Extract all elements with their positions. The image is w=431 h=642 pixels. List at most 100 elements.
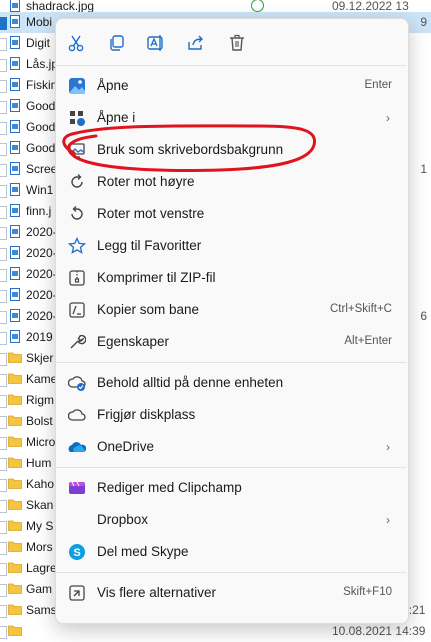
folder-icon [8, 540, 22, 553]
menu-item-open[interactable]: Åpne Enter [60, 71, 404, 101]
menu-item-shortcut: Skift+F10 [343, 586, 392, 598]
selection-checkbox[interactable] [0, 332, 7, 345]
menu-item-copy-as-path[interactable]: Kopier som bane Ctrl+Skift+C [60, 295, 404, 325]
image-file-icon [10, 225, 20, 238]
menu-item-compress-zip[interactable]: Komprimer til ZIP-fil [60, 263, 404, 293]
wrench-icon [68, 333, 87, 351]
selection-checkbox[interactable] [0, 521, 7, 534]
folder-icon [8, 351, 22, 364]
image-file-icon [10, 204, 20, 217]
synced-check-icon [251, 0, 264, 12]
selection-checkbox[interactable] [0, 563, 7, 576]
file-name: Kame [26, 372, 58, 386]
menu-item-label: Rediger med Clipchamp [97, 480, 242, 495]
chevron-right-icon: › [386, 513, 390, 527]
selection-checkbox[interactable] [0, 416, 7, 429]
selection-checkbox[interactable] [0, 605, 7, 618]
folder-icon [8, 414, 22, 427]
menu-item-add-favorites[interactable]: Legg til Favoritter [60, 231, 404, 261]
selection-checkbox[interactable] [0, 269, 7, 282]
selection-checkbox[interactable] [0, 458, 7, 471]
cut-button[interactable] [62, 29, 90, 57]
skype-icon: S [68, 543, 86, 561]
selection-checkbox[interactable] [0, 248, 7, 261]
menu-item-label: Åpne i [97, 110, 136, 125]
share-icon [188, 35, 203, 50]
selection-checkbox[interactable] [0, 395, 7, 408]
file-name: 2020- [26, 246, 57, 260]
selection-checkbox[interactable] [0, 374, 7, 387]
selection-checkbox[interactable] [0, 59, 7, 72]
menu-item-label: Vis flere alternativer [97, 585, 217, 600]
menu-item-open-with[interactable]: Åpne i › [60, 103, 404, 133]
photos-icon [68, 77, 86, 95]
list-item[interactable]: 10.08.2021 14:39 [0, 621, 431, 642]
menu-item-shortcut: Alt+Enter [344, 335, 392, 347]
file-name: finn.j [26, 204, 52, 218]
selection-checkbox[interactable] [0, 101, 7, 114]
rotate-right-icon [68, 173, 86, 191]
image-file-icon [10, 120, 20, 133]
file-name: Lagre [26, 561, 57, 575]
menu-item-shortcut: Enter [364, 79, 393, 91]
delete-button[interactable] [223, 29, 251, 57]
menu-item-properties[interactable]: Egenskaper Alt+Enter [60, 327, 404, 357]
menu-item-label: Frigjør diskplass [97, 407, 196, 422]
rename-button[interactable] [142, 29, 170, 57]
cut-icon [68, 35, 84, 52]
dropbox-icon [68, 511, 86, 529]
image-file-icon [10, 246, 20, 259]
menu-item-share-skype[interactable]: S Del med Skype [60, 537, 404, 567]
svg-text:S: S [73, 547, 80, 559]
menu-item-clipchamp[interactable]: Rediger med Clipchamp [60, 473, 404, 503]
file-date: 10.08.2021 14:39 [332, 624, 426, 638]
menu-item-dropbox[interactable]: Dropbox › [60, 505, 404, 535]
menu-item-label: Bruk som skrivebordsbakgrunn [97, 142, 284, 157]
menu-item-onedrive[interactable]: OneDrive › [60, 432, 404, 462]
menu-item-set-wallpaper[interactable]: Bruk som skrivebordsbakgrunn [60, 135, 404, 165]
file-name: Rigm [26, 393, 55, 407]
menu-item-always-keep[interactable]: Behold alltid på denne enheten [60, 368, 404, 398]
share-button[interactable] [182, 29, 210, 57]
selection-checkbox[interactable] [0, 17, 7, 30]
selection-checkbox[interactable] [0, 122, 7, 135]
selection-checkbox[interactable] [0, 311, 7, 324]
selection-checkbox[interactable] [0, 626, 7, 639]
separator [56, 467, 406, 468]
menu-item-label: Dropbox [97, 512, 149, 527]
selection-checkbox[interactable] [0, 185, 7, 198]
menu-item-label: Roter mot høyre [97, 174, 195, 189]
selection-checkbox[interactable] [0, 353, 7, 366]
menu-item-rotate-left[interactable]: Roter mot venstre [60, 199, 404, 229]
menu-item-rotate-right[interactable]: Roter mot høyre [60, 167, 404, 197]
file-name: Fiskin [26, 78, 58, 92]
selection-checkbox[interactable] [0, 38, 7, 51]
file-name: Kaho [26, 477, 55, 491]
selection-checkbox[interactable] [0, 80, 7, 93]
selection-checkbox[interactable] [0, 290, 7, 303]
selection-checkbox[interactable] [0, 584, 7, 597]
selection-checkbox[interactable] [0, 479, 7, 492]
clipchamp-icon [68, 479, 86, 497]
separator [56, 362, 406, 363]
folder-icon [8, 624, 22, 637]
more-options-icon [68, 584, 86, 602]
file-name: Mors [26, 540, 53, 554]
selection-checkbox[interactable] [0, 206, 7, 219]
copy-button[interactable] [103, 29, 131, 57]
selection-checkbox[interactable] [0, 542, 7, 555]
folder-icon [8, 372, 22, 385]
open-with-icon [68, 109, 86, 127]
menu-item-free-space[interactable]: Frigjør diskplass [60, 400, 404, 430]
image-file-icon [10, 15, 20, 28]
image-file-icon [10, 36, 20, 49]
selection-checkbox[interactable] [0, 437, 7, 450]
image-file-icon [10, 183, 20, 196]
selection-checkbox[interactable] [0, 500, 7, 513]
menu-item-show-more-options[interactable]: Vis flere alternativer Skift+F10 [60, 578, 404, 608]
selection-checkbox[interactable] [0, 164, 7, 177]
file-name: Gam [26, 582, 53, 596]
folder-icon [8, 435, 22, 448]
selection-checkbox[interactable] [0, 227, 7, 240]
selection-checkbox[interactable] [0, 143, 7, 156]
